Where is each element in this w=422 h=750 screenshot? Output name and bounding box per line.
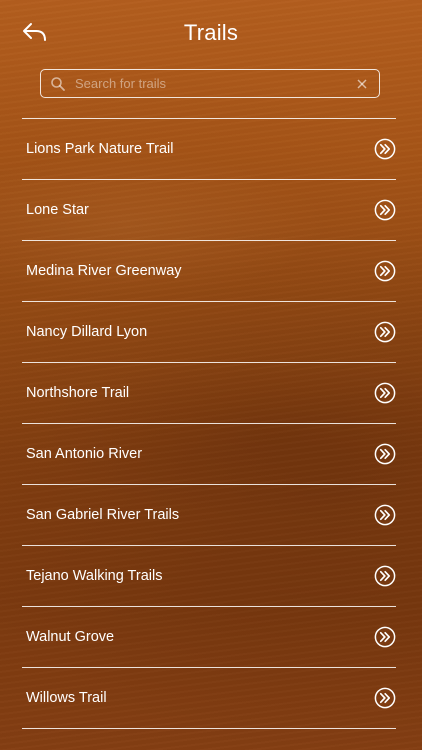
trail-name: Willows Trail: [26, 690, 107, 706]
double-chevron-right-icon[interactable]: [374, 443, 396, 465]
trail-name: Tejano Walking Trails: [26, 568, 163, 584]
trail-name: Northshore Trail: [26, 385, 130, 401]
double-chevron-right-icon[interactable]: [374, 138, 396, 160]
double-chevron-right-icon[interactable]: [374, 199, 396, 221]
trail-name: Nancy Dillard Lyon: [26, 324, 148, 340]
double-chevron-right-icon[interactable]: [374, 626, 396, 648]
trail-name: Walnut Grove: [26, 629, 115, 645]
trail-name: Lone Star: [26, 202, 89, 218]
trail-list: Lions Park Nature Trail Lone Star Medina…: [22, 118, 396, 729]
trail-name: Medina River Greenway: [26, 263, 182, 279]
trail-row[interactable]: Lone Star: [22, 180, 396, 241]
trail-name: Lions Park Nature Trail: [26, 141, 174, 157]
trail-row[interactable]: Lions Park Nature Trail: [22, 119, 396, 180]
trail-name: San Antonio River: [26, 446, 143, 462]
double-chevron-right-icon[interactable]: [374, 565, 396, 587]
clear-search-button[interactable]: [349, 71, 375, 97]
clear-icon: [357, 78, 367, 89]
double-chevron-right-icon[interactable]: [374, 321, 396, 343]
trail-row[interactable]: Medina River Greenway: [22, 241, 396, 302]
double-chevron-right-icon[interactable]: [374, 382, 396, 404]
trail-row[interactable]: Willows Trail: [22, 668, 396, 729]
trail-row[interactable]: Walnut Grove: [22, 607, 396, 668]
double-chevron-right-icon[interactable]: [374, 504, 396, 526]
double-chevron-right-icon[interactable]: [374, 260, 396, 282]
search-input[interactable]: [75, 71, 349, 96]
trail-row[interactable]: San Gabriel River Trails: [22, 485, 396, 546]
nav-bar: Trails: [0, 0, 422, 68]
page-title: Trails: [183, 20, 239, 45]
double-chevron-right-icon[interactable]: [374, 687, 396, 709]
trail-row[interactable]: Northshore Trail: [22, 363, 396, 424]
trail-row[interactable]: Tejano Walking Trails: [22, 546, 396, 607]
search-bar: [40, 69, 380, 98]
trail-row[interactable]: San Antonio River: [22, 424, 396, 485]
trail-row[interactable]: Nancy Dillard Lyon: [22, 302, 396, 363]
trail-name: San Gabriel River Trails: [26, 507, 180, 523]
search-icon: [50, 76, 66, 92]
